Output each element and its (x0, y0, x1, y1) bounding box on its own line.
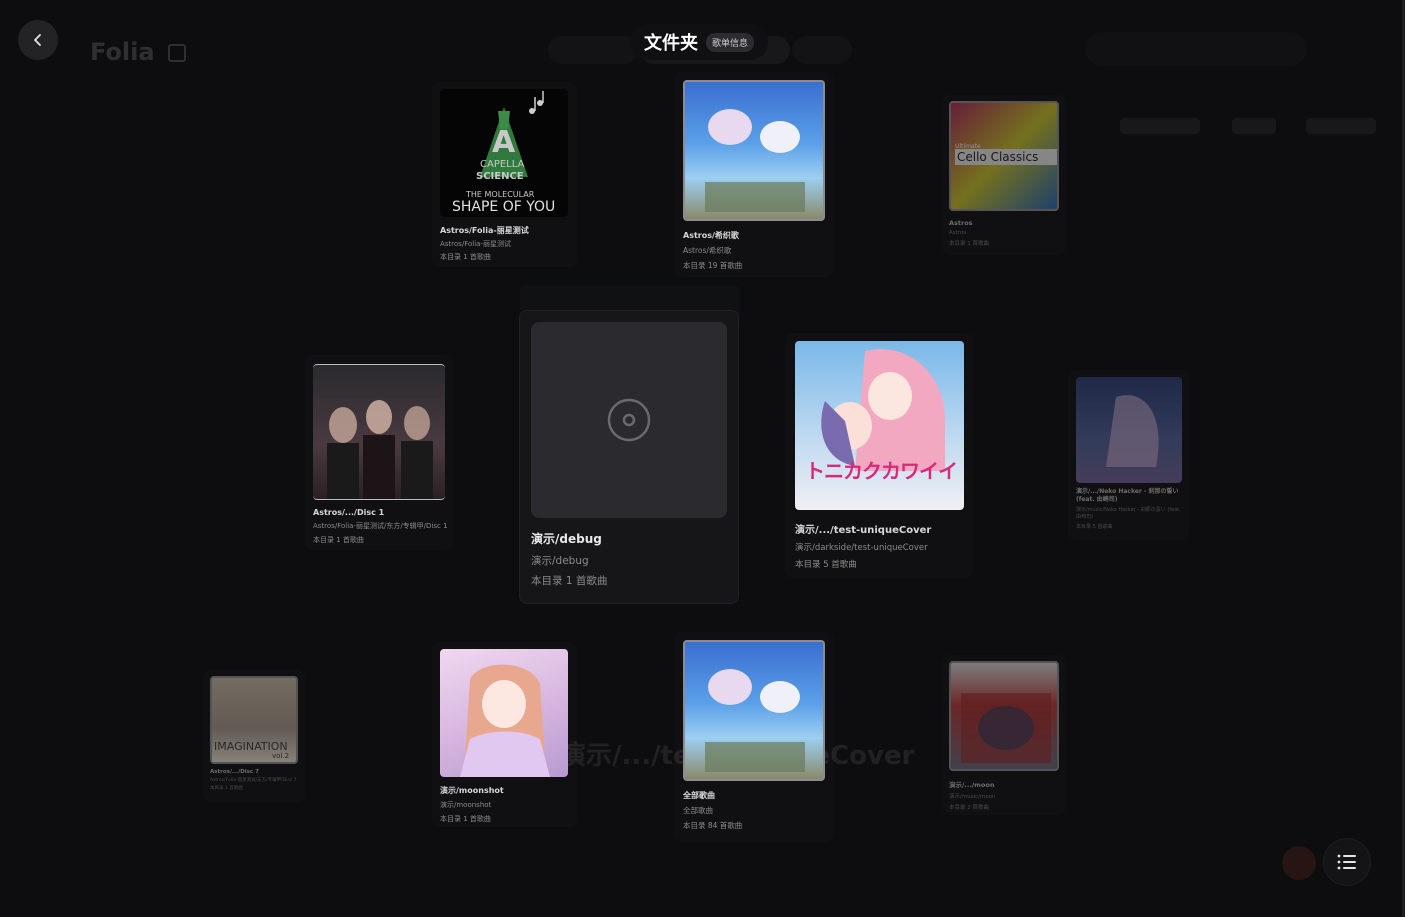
bg-fab-button (1282, 846, 1316, 880)
cover-text: Cello Classics (955, 149, 1057, 165)
cover-text-letter: A (492, 125, 516, 160)
cover-text: トニカクカワイイ (805, 459, 958, 483)
folder-path: 演示/moonshot (440, 801, 492, 809)
page-header: 文件夹 歌单信息 (630, 24, 769, 60)
folder-path: Astros (949, 230, 967, 236)
folder-title: Astros/Folia-丽星测试 (440, 226, 529, 235)
folder-cover: IMAGINATION vol.2 (210, 676, 298, 764)
folder-meta: Astros/Folia-丽星测试 Astros/Folia-丽星测试 本目录 … (440, 225, 529, 262)
folder-cover (683, 80, 825, 221)
folder-meta: Astros/.../Disc 1 Astros/Folia-丽星测试/东方/专… (313, 508, 448, 545)
folder-meta: Astros/希织歌 Astros/希织歌 本目录 19 首歌曲 (683, 230, 742, 271)
folder-cover (683, 640, 825, 781)
folder-count: 本目录 2 首歌曲 (949, 805, 989, 811)
folder-title: 全部歌曲 (683, 791, 715, 800)
folder-title: Astros/希织歌 (683, 231, 739, 240)
folder-title: 演示/moonshot (440, 786, 504, 795)
folder-card[interactable]: 演示/.../Neko Hacker - 刹那の誓い (feat. 由崎司) 演… (1068, 370, 1190, 540)
folder-title: 演示/.../Neko Hacker - 刹那の誓い (feat. 由崎司) (1076, 488, 1179, 503)
page-title: 文件夹 (644, 33, 698, 54)
folder-cover (1076, 377, 1182, 483)
folder-title: 演示/.../moon (949, 781, 995, 789)
folder-title: 演示/debug (531, 532, 602, 546)
folder-card[interactable]: 演示/.../moon 演示/music/moon 本目录 2 首歌曲 (942, 655, 1066, 815)
list-view-button[interactable] (1324, 839, 1370, 885)
folder-title: Astros/.../Disc 1 (313, 508, 385, 517)
folder-title: Astros/.../Disc 7 (210, 769, 259, 775)
app-logo: Folia (90, 38, 155, 66)
folder-cover: Ultimate Cello Classics (949, 101, 1059, 211)
cover-text: CAPELLA (480, 159, 525, 170)
cover-art (1106, 395, 1159, 467)
folder-path: 演示/debug (531, 555, 589, 567)
folder-meta: Astros Astros 本目录 1 首歌曲 (949, 219, 989, 247)
cover-text: SHAPE OF YOU (452, 199, 556, 215)
bg-toolbar-item (1232, 118, 1276, 134)
bg-tab (548, 36, 638, 64)
bg-search-bar (1085, 32, 1307, 66)
bg-toolbar-item (1306, 118, 1376, 134)
folder-meta: Astros/.../Disc 7 Astros/Folia-丽星测试/东方/专… (210, 769, 297, 791)
folder-count: 本目录 1 首歌曲 (313, 536, 364, 544)
folder-card[interactable]: A CAPELLA SCIENCE THE MOLECULAR SHAPE OF… (432, 82, 577, 267)
folder-title: Astros (949, 219, 973, 227)
app-logo-mark (168, 44, 186, 62)
cover-art (705, 669, 805, 772)
folder-cover: トニカクカワイイ (795, 341, 964, 510)
cover-art (460, 664, 550, 777)
folder-count: 本目录 5 首歌曲 (1076, 524, 1113, 530)
folder-meta: 演示/.../moon 演示/music/moon 本目录 2 首歌曲 (949, 779, 996, 811)
folder-title: 演示/.../test-uniqueCover (795, 525, 932, 536)
folder-path: 全部歌曲 (683, 806, 713, 815)
folder-count: 本目录 84 首歌曲 (683, 821, 743, 830)
folder-card[interactable]: 全部歌曲 全部歌曲 本目录 84 首歌曲 (674, 632, 834, 842)
folder-count: 本目录 1 首歌曲 (440, 815, 491, 823)
folder-card[interactable]: トニカクカワイイ 演示/.../test-uniqueCover 演示/dark… (785, 333, 973, 578)
cover-text: vol.2 (272, 752, 290, 760)
folder-count: 本目录 1 首歌曲 (531, 575, 608, 587)
folder-card[interactable]: Astros/希织歌 Astros/希织歌 本目录 19 首歌曲 (674, 72, 834, 277)
folder-card[interactable]: IMAGINATION vol.2 Astros/.../Disc 7 Astr… (203, 670, 305, 802)
bg-tab (792, 36, 852, 64)
cover-art (821, 349, 945, 471)
folder-meta: 演示/debug 演示/debug 本目录 1 首歌曲 (531, 530, 607, 588)
back-button[interactable] (18, 20, 58, 60)
folder-count: 本目录 1 首歌曲 (440, 253, 491, 261)
folder-cover (313, 364, 445, 500)
cover-text: SCIENCE (476, 171, 524, 182)
folder-cover (949, 661, 1059, 771)
folder-path: Astros/希织歌 (683, 246, 732, 255)
folder-meta: 演示/moonshot 演示/moonshot 本目录 1 首歌曲 (440, 785, 504, 824)
folder-cover (440, 649, 568, 777)
folder-card-selected[interactable]: 演示/debug 演示/debug 本目录 1 首歌曲 (519, 310, 739, 604)
folder-path: 演示/music/moon (949, 794, 996, 800)
disc-icon (607, 398, 651, 442)
chevron-left-icon (34, 34, 41, 46)
folder-meta: 全部歌曲 全部歌曲 本目录 84 首歌曲 (683, 790, 742, 831)
folder-meta: 演示/.../Neko Hacker - 刹那の誓い (feat. 由崎司) 演… (1076, 488, 1186, 530)
folder-count: 本目录 5 首歌曲 (795, 560, 857, 570)
playlist-info-badge[interactable]: 歌单信息 (706, 32, 755, 52)
folder-count: 本目录 1 首歌曲 (210, 786, 243, 791)
folder-path: Astros/Folia-丽星测试/东方/专辑甲/Disc 1 (313, 522, 448, 530)
folder-path: 演示/darkside/test-uniqueCover (795, 543, 928, 553)
folder-cover-placeholder (531, 322, 727, 518)
folder-card[interactable]: Astros/.../Disc 1 Astros/Folia-丽星测试/东方/专… (305, 355, 453, 550)
folder-cover: A CAPELLA SCIENCE THE MOLECULAR SHAPE OF… (440, 89, 568, 217)
folder-path: 演示/music/Neko Hacker - 刹那の誓い (feat. 由崎司) (1076, 507, 1181, 520)
folder-path: Astros/Folia-丽星测试/东方/专辑甲/Disc 7 (210, 778, 297, 783)
folder-meta: 演示/.../test-uniqueCover 演示/darkside/test… (795, 521, 931, 570)
folder-path: Astros/Folia-丽星测试 (440, 240, 511, 248)
cover-text: THE MOLECULAR (466, 190, 535, 199)
list-icon (1337, 854, 1356, 870)
cover-art (327, 400, 433, 499)
cover-art (705, 109, 805, 212)
folder-count: 本目录 19 首歌曲 (683, 261, 743, 270)
cover-art (961, 693, 1051, 763)
folder-card[interactable]: Ultimate Cello Classics Astros Astros 本目… (942, 95, 1066, 255)
folder-count: 本目录 1 首歌曲 (949, 241, 989, 247)
bg-toolbar-item (1120, 118, 1200, 134)
folder-card[interactable]: 演示/moonshot 演示/moonshot 本目录 1 首歌曲 (432, 642, 577, 827)
